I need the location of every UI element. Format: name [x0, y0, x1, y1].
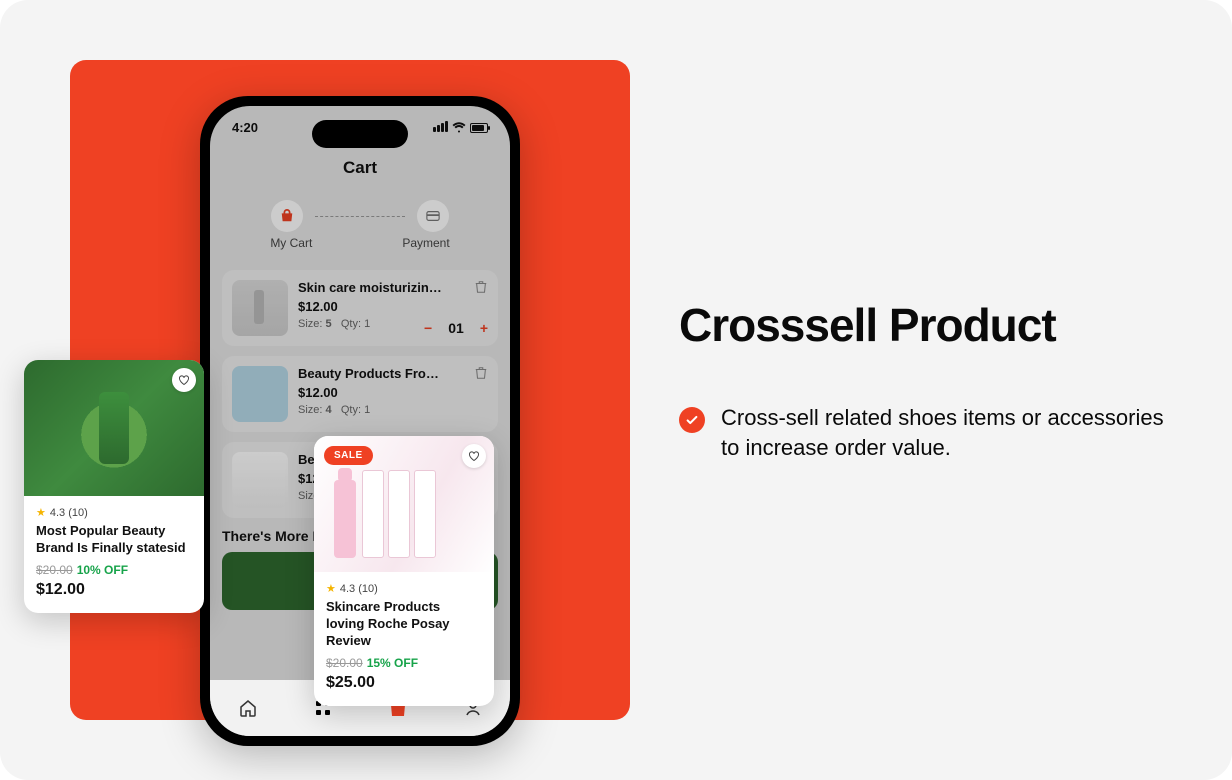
- star-icon: ★: [326, 582, 336, 595]
- bullet-row: Cross-sell related shoes items or access…: [679, 403, 1169, 465]
- discount-badge: 15% OFF: [367, 656, 418, 670]
- feature-showcase: Crosssell Product Cross-sell related sho…: [0, 0, 1232, 780]
- discount-badge: 10% OFF: [77, 563, 128, 577]
- original-price: $20.00: [36, 563, 73, 577]
- product-title: Skincare Products loving Roche Posay Rev…: [326, 599, 482, 650]
- heart-icon: [468, 450, 480, 462]
- price-row: $20.00 10% OFF: [36, 563, 192, 577]
- star-icon: ★: [36, 506, 46, 519]
- product-image: SALE: [314, 436, 494, 572]
- rating: ★4.3 (10): [326, 582, 482, 595]
- product-title: Most Popular Beauty Brand Is Finally sta…: [36, 523, 192, 557]
- showcase-stage: 4:20 Cart: [70, 60, 630, 720]
- wishlist-button[interactable]: [172, 368, 196, 392]
- card-body: ★4.3 (10) Most Popular Beauty Brand Is F…: [24, 496, 204, 613]
- original-price: $20.00: [326, 656, 363, 670]
- rating: ★4.3 (10): [36, 506, 192, 519]
- price-row: $20.00 15% OFF: [326, 656, 482, 670]
- product-card[interactable]: ★4.3 (10) Most Popular Beauty Brand Is F…: [24, 360, 204, 613]
- checkmark-icon: [679, 407, 705, 433]
- bullet-text: Cross-sell related shoes items or access…: [721, 403, 1169, 465]
- home-icon[interactable]: [238, 698, 258, 718]
- card-body: ★4.3 (10) Skincare Products loving Roche…: [314, 572, 494, 706]
- price: $12.00: [36, 581, 192, 599]
- heart-icon: [178, 374, 190, 386]
- product-image: [24, 360, 204, 496]
- product-card[interactable]: SALE ★4.3 (10) Skincare Products loving …: [314, 436, 494, 706]
- sale-badge: SALE: [324, 446, 373, 465]
- wishlist-button[interactable]: [462, 444, 486, 468]
- price: $25.00: [326, 674, 482, 692]
- headline: Crosssell Product: [679, 300, 1169, 351]
- right-content: Crosssell Product Cross-sell related sho…: [679, 300, 1169, 464]
